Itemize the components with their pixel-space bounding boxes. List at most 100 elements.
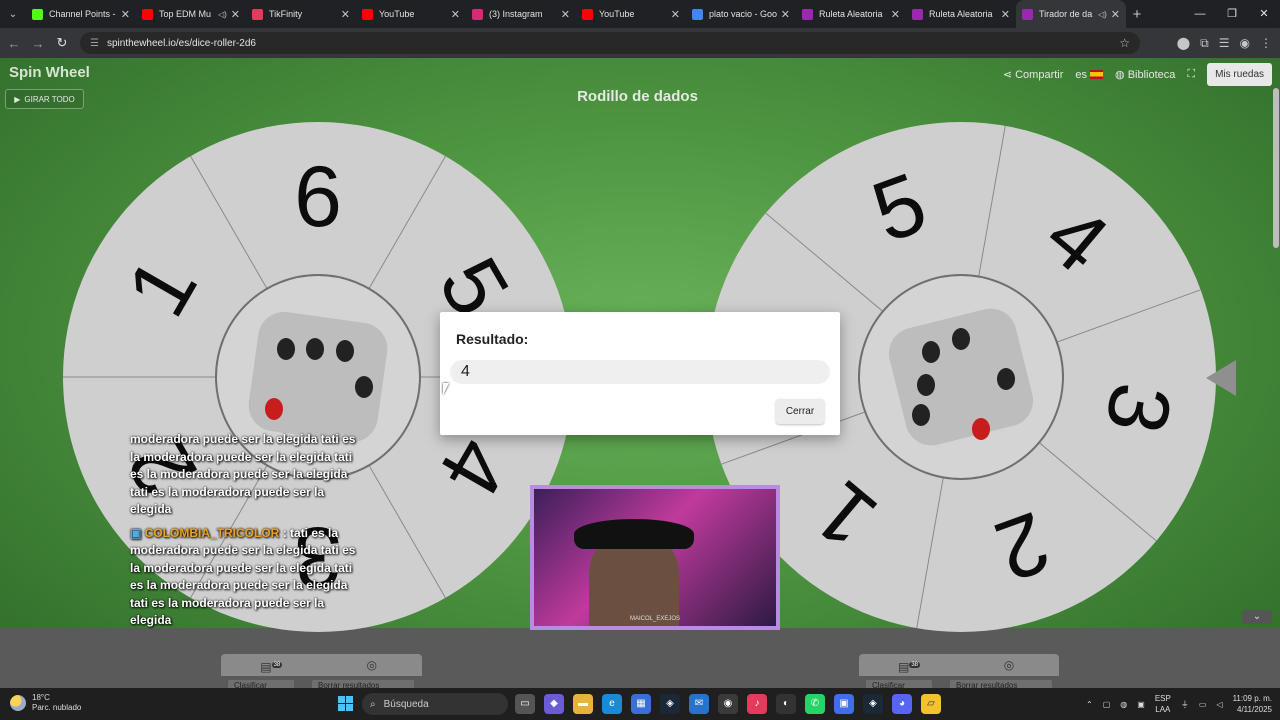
obs-icon[interactable]: ◐ xyxy=(776,694,796,714)
spin-all-button[interactable]: ▶ GIRAR TODO xyxy=(5,89,84,109)
mail-icon[interactable]: ✉ xyxy=(689,694,709,714)
microphone-icon[interactable]: ⏚ xyxy=(1181,699,1189,710)
address-bar[interactable]: ☰ spinthewheel.io/es/dice-roller-2d6 ☆ xyxy=(80,32,1140,54)
sort-button[interactable]: Clasificar xyxy=(866,680,932,688)
spin-all-label: GIRAR TODO xyxy=(24,94,75,104)
copilot-icon[interactable]: ◆ xyxy=(544,694,564,714)
url-text: spinthewheel.io/es/dice-roller-2d6 xyxy=(106,37,256,49)
steam-icon-2[interactable]: ◈ xyxy=(863,694,883,714)
tab-close-icon[interactable]: ✕ xyxy=(231,8,240,21)
browser-tab[interactable]: (3) Instagram ✕ xyxy=(466,0,576,28)
tray-overflow-icon[interactable]: ⌃ xyxy=(1086,700,1093,709)
wheel-segment-label: 1 xyxy=(796,463,894,567)
taskbar-search[interactable]: ⌕ Búsqueda xyxy=(362,693,508,715)
browser-tab[interactable]: TikFinity ✕ xyxy=(246,0,356,28)
reload-button[interactable]: ↻ xyxy=(50,35,74,51)
sticky-notes-icon[interactable]: ▱ xyxy=(921,694,941,714)
tab-close-icon[interactable]: ✕ xyxy=(891,8,900,21)
webcam-overlay: MAICOL_EXEJOS xyxy=(530,485,780,630)
clear-results-button[interactable]: Borrar resultados xyxy=(950,680,1052,688)
fullscreen-icon[interactable]: ⛶ xyxy=(1187,68,1195,81)
media-icon[interactable]: ☰ xyxy=(1219,36,1230,50)
clear-results-button[interactable]: Borrar resultados xyxy=(312,680,414,688)
task-view-icon[interactable]: ▭ xyxy=(515,694,535,714)
edge-icon[interactable]: e xyxy=(602,694,622,714)
hide-icon[interactable]: ◎ xyxy=(322,654,423,676)
discord-icon[interactable]: ◕ xyxy=(892,694,912,714)
clipboard-icon[interactable]: ▤ 38 xyxy=(221,654,322,676)
browser-tab[interactable]: Top EDM Mu ◁) ✕ xyxy=(136,0,246,28)
browser-tab[interactable]: YouTube ✕ xyxy=(356,0,466,28)
tab-close-icon[interactable]: ✕ xyxy=(671,8,680,21)
site-logo[interactable]: Spin Wheel xyxy=(9,64,90,81)
tab-close-icon[interactable]: ✕ xyxy=(561,8,570,21)
extension-icon[interactable]: ⬤ xyxy=(1177,36,1190,50)
result-value: 4 xyxy=(450,360,830,384)
dice-pip xyxy=(277,338,295,360)
library-link[interactable]: ◍ Biblioteca xyxy=(1115,68,1175,81)
menu-icon[interactable]: ⋮ xyxy=(1260,36,1272,50)
dice-pip xyxy=(972,418,990,440)
tray-app-icon[interactable]: ◍ xyxy=(1120,700,1127,709)
browser-tab[interactable]: Channel Points - ✕ xyxy=(26,0,136,28)
minimize-button[interactable]: — xyxy=(1184,0,1216,28)
share-icon: ⋖ xyxy=(1002,69,1016,81)
tiktok-icon[interactable]: ♪ xyxy=(747,694,767,714)
start-button[interactable] xyxy=(338,696,353,711)
browser-tab[interactable]: Ruleta Aleatoria ✕ xyxy=(906,0,1016,28)
tab-close-icon[interactable]: ✕ xyxy=(1111,8,1120,21)
taskbar-apps: ▭ ◆ ▬ e ▦ ◈ ✉ ◉ ♪ ◐ ✆ ▣ ◈ ◕ ▱ xyxy=(515,694,941,714)
close-dialog-button[interactable]: Cerrar xyxy=(776,399,824,424)
wheel-segment-label: 4 xyxy=(420,422,527,511)
tab-close-icon[interactable]: ✕ xyxy=(1001,8,1010,21)
tray-app-icon[interactable]: ▣ xyxy=(1137,700,1145,709)
share-link[interactable]: ⋖ Compartir xyxy=(1003,68,1064,81)
close-window-button[interactable]: ✕ xyxy=(1248,0,1280,28)
tab-close-icon[interactable]: ✕ xyxy=(781,8,790,21)
site-info-icon[interactable]: ☰ xyxy=(90,38,99,49)
volume-icon[interactable]: ◁ xyxy=(1216,700,1222,709)
app-icon[interactable]: ▣ xyxy=(834,694,854,714)
browser-tab[interactable]: Ruleta Aleatoria ✕ xyxy=(796,0,906,28)
bookmark-star-icon[interactable]: ☆ xyxy=(1119,36,1130,50)
spain-flag-icon xyxy=(1090,70,1104,80)
language-selector[interactable]: es xyxy=(1075,69,1104,81)
puzzle-icon[interactable]: ⧉ xyxy=(1200,36,1209,51)
hide-icon[interactable]: ◎ xyxy=(959,654,1059,676)
scroll-down-button[interactable]: ⌄ xyxy=(1242,610,1272,624)
browser-tab[interactable]: plato vacio - Goo ✕ xyxy=(686,0,796,28)
tab-close-icon[interactable]: ✕ xyxy=(121,8,130,21)
tab-close-icon[interactable]: ✕ xyxy=(451,8,460,21)
tab-favicon-icon xyxy=(912,8,923,20)
chat-text: : tati es la moderadora puede ser la ele… xyxy=(130,525,356,628)
tab-search-button[interactable]: ⌄ xyxy=(0,0,26,28)
file-explorer-icon[interactable]: ▬ xyxy=(573,694,593,714)
forward-button[interactable]: → xyxy=(26,36,50,51)
store-icon[interactable]: ▦ xyxy=(631,694,651,714)
whatsapp-icon[interactable]: ✆ xyxy=(805,694,825,714)
steam-icon[interactable]: ◈ xyxy=(660,694,680,714)
my-wheels-button[interactable]: Mis ruedas xyxy=(1207,63,1272,86)
sort-button[interactable]: Clasificar xyxy=(228,680,294,688)
clock[interactable]: 11:09 p. m. 4/11/2025 xyxy=(1233,693,1272,715)
tab-close-icon[interactable]: ✕ xyxy=(341,8,350,21)
dice-pip xyxy=(917,374,935,396)
dice-pip xyxy=(336,340,354,362)
weather-widget[interactable]: 18°C Parc. nublado xyxy=(10,693,81,713)
tray-app-icon[interactable]: ▢ xyxy=(1103,700,1111,709)
browser-tab[interactable]: Tirador de da ◁) ✕ xyxy=(1016,0,1126,28)
dice-pip xyxy=(997,368,1015,390)
language-indicator[interactable]: ESP LAA xyxy=(1155,693,1171,715)
new-tab-button[interactable]: + xyxy=(1126,6,1148,23)
display-icon[interactable]: ▭ xyxy=(1199,700,1207,709)
clipboard-icon[interactable]: ▤ 38 xyxy=(859,654,959,676)
maximize-button[interactable]: ❐ xyxy=(1216,0,1248,28)
tab-audio-icon[interactable]: ◁) xyxy=(218,10,227,19)
chrome-icon[interactable]: ◉ xyxy=(718,694,738,714)
tab-audio-icon[interactable]: ◁) xyxy=(1098,10,1107,19)
profile-avatar[interactable]: ◉ xyxy=(1240,36,1250,50)
scrollbar[interactable] xyxy=(1273,88,1279,248)
back-button[interactable]: ← xyxy=(2,36,26,51)
wheel-divider xyxy=(368,465,446,599)
browser-tab[interactable]: YouTube ✕ xyxy=(576,0,686,28)
